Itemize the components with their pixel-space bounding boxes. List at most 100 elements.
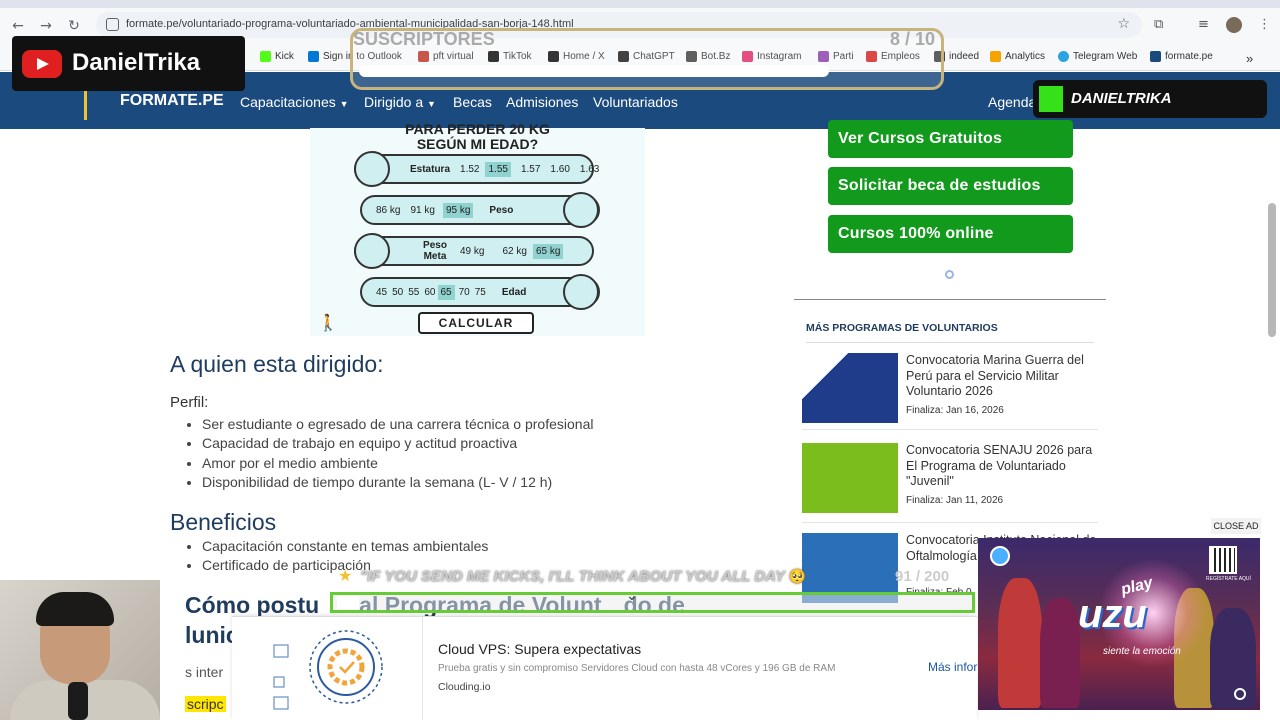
calcular-button: CALCULAR bbox=[418, 312, 534, 334]
height-figure-icon bbox=[354, 151, 390, 187]
nav-dirigido[interactable]: Dirigido a ▼ bbox=[364, 94, 436, 110]
chevron-down-icon[interactable]: ⌄ bbox=[626, 588, 638, 604]
bookmark-telegram[interactable]: Telegram Web bbox=[1058, 51, 1137, 62]
ver-cursos-button[interactable]: Ver Cursos Gratuitos bbox=[828, 120, 1073, 158]
site-info-icon[interactable] bbox=[106, 18, 119, 31]
tab-strip bbox=[0, 0, 1280, 8]
weight-calculator-graphic: PARA PERDER 20 KG SEGÚN MI EDAD? Estatur… bbox=[310, 121, 645, 336]
media-icon[interactable]: ≡ bbox=[1198, 17, 1209, 32]
program-thumbnail[interactable] bbox=[802, 353, 898, 423]
telegram-icon bbox=[1058, 51, 1069, 62]
qr-label: REGÍSTRATE AQUÍ bbox=[1206, 576, 1251, 582]
inscripcion-highlight: scripc bbox=[185, 696, 226, 712]
analytics-icon bbox=[990, 51, 1001, 62]
formate-icon bbox=[1150, 51, 1161, 62]
program-item-marina[interactable]: Convocatoria Marina Guerra del Perú para… bbox=[802, 343, 1098, 430]
peso-meta-row: Peso Meta 49 kg 62 kg 65 kg bbox=[354, 236, 594, 266]
list-item: Disponibilidad de tiempo durante la sema… bbox=[202, 473, 593, 492]
perfil-label: Perfil: bbox=[170, 394, 209, 411]
ad-brand: Clouding.io bbox=[438, 681, 491, 693]
brand-logo-icon bbox=[990, 546, 1010, 566]
extensions-icon[interactable]: ⧉ bbox=[1154, 17, 1163, 32]
microphone-icon bbox=[68, 682, 88, 720]
nav-capacitaciones[interactable]: Capacitaciones ▼ bbox=[240, 94, 349, 110]
program-title[interactable]: Convocatoria Marina Guerra del Perú para… bbox=[906, 353, 1098, 400]
program-item-senaju[interactable]: Convocatoria SENAJU 2026 para El Program… bbox=[802, 433, 1098, 523]
screen: ← → ↻ formate.pe/voluntariado-programa-v… bbox=[0, 0, 1280, 720]
dirigido-heading: A quien esta dirigido: bbox=[170, 351, 384, 377]
kick-channel-badge: DANIELTRIKA bbox=[1033, 80, 1267, 118]
bookmark-formate[interactable]: formate.pe bbox=[1150, 51, 1213, 62]
cloud-gear-illustration-icon bbox=[273, 630, 383, 710]
reload-icon[interactable]: ↻ bbox=[66, 18, 82, 34]
youtube-channel-badge: DanielTrika bbox=[12, 36, 245, 91]
cursos-online-button[interactable]: Cursos 100% online bbox=[828, 215, 1073, 253]
list-item: Capacidad de trabajo en equipo y actitud… bbox=[202, 434, 593, 453]
loading-spinner-icon bbox=[945, 270, 954, 279]
solicitar-beca-button[interactable]: Solicitar beca de estudios bbox=[828, 167, 1073, 205]
qr-code-icon[interactable] bbox=[1209, 546, 1237, 574]
chevron-down-icon: ▼ bbox=[339, 99, 349, 109]
person-icon bbox=[563, 274, 599, 310]
como-postular-heading-line2: lunic bbox=[185, 622, 239, 648]
list-item: Ser estudiante o egresado de una carrera… bbox=[202, 415, 593, 434]
youtube-channel-name: DanielTrika bbox=[72, 49, 201, 76]
outlook-icon bbox=[308, 51, 319, 62]
calculator-heading: PARA PERDER 20 KG SEGÚN MI EDAD? bbox=[405, 121, 550, 152]
nav-voluntariados[interactable]: Voluntariados bbox=[593, 94, 678, 110]
waist-icon bbox=[354, 233, 390, 269]
info-icon[interactable] bbox=[1234, 688, 1246, 700]
estatura-row: Estatura 1.52 1.55 1.57 1.60 1.63 bbox=[354, 154, 599, 184]
ad-tagline: siente la emoción bbox=[1103, 646, 1181, 657]
bookmark-kick[interactable]: Kick bbox=[260, 51, 294, 62]
subscriber-goal-bar: SUSCRIPTORES 8 / 10 bbox=[350, 28, 944, 90]
ad-title[interactable]: Cloud VPS: Supera expectativas bbox=[438, 641, 641, 657]
kick-goal-bar bbox=[330, 592, 975, 613]
body-text-fragment: s inter bbox=[185, 664, 224, 680]
subscriber-goal-track bbox=[359, 65, 829, 77]
program-title[interactable]: Convocatoria SENAJU 2026 para El Program… bbox=[906, 443, 1098, 490]
kick-icon bbox=[260, 51, 271, 62]
program-deadline: Finaliza: Jan 16, 2026 bbox=[906, 405, 1004, 416]
forward-icon[interactable]: → bbox=[38, 18, 54, 34]
bookmark-star-icon[interactable]: ☆ bbox=[1117, 16, 1130, 32]
cloud-vps-ad[interactable]: Cloud VPS: Supera expectativas Prueba gr… bbox=[232, 616, 977, 720]
chevron-down-icon: ▼ bbox=[427, 99, 436, 109]
nav-admisiones[interactable]: Admisiones bbox=[506, 94, 578, 110]
kick-logo-icon bbox=[1039, 86, 1063, 112]
site-logo[interactable]: FORMATE.PE bbox=[120, 92, 224, 110]
divider bbox=[802, 429, 1098, 430]
ad-more-info-link[interactable]: Más infor bbox=[928, 660, 977, 674]
ad-brand-uzu: uzu bbox=[1078, 592, 1147, 636]
nav-agenda[interactable]: Agenda bbox=[988, 94, 1036, 110]
page-scrollbar[interactable] bbox=[1268, 203, 1276, 337]
kick-goal-count: 91 / 200 bbox=[895, 568, 950, 585]
star-icon: ★ bbox=[338, 566, 353, 585]
walking-figure-icon: 🚶 bbox=[318, 313, 338, 332]
close-ad-button[interactable]: CLOSE AD bbox=[1211, 518, 1261, 534]
program-thumbnail[interactable] bbox=[802, 443, 898, 513]
program-deadline: Finaliza: Jan 11, 2026 bbox=[906, 495, 1004, 506]
body-icon bbox=[563, 192, 599, 228]
beneficios-heading: Beneficios bbox=[170, 509, 277, 535]
streamer-webcam bbox=[0, 580, 160, 720]
goal-progress-fill bbox=[337, 596, 359, 609]
youtube-icon bbox=[22, 50, 62, 78]
playuzu-video-ad[interactable]: play uzu siente la emoción REGÍSTRATE AQ… bbox=[978, 538, 1260, 710]
more-bookmarks-icon[interactable]: » bbox=[1246, 51, 1253, 66]
pleading-emoji-icon: 🥺 bbox=[788, 569, 807, 585]
subscriber-goal-label: SUSCRIPTORES bbox=[353, 29, 495, 49]
kick-alert-message: "IF YOU SEND ME KICKS, I'LL THINK ABOUT … bbox=[360, 568, 807, 585]
back-icon[interactable]: ← bbox=[10, 18, 26, 34]
divider bbox=[422, 617, 423, 720]
ad-description: Prueba gratis y sin compromiso Servidore… bbox=[438, 663, 836, 674]
perfil-list: Ser estudiante o egresado de una carrera… bbox=[202, 415, 593, 492]
subscriber-goal-count: 8 / 10 bbox=[889, 29, 935, 49]
profile-avatar[interactable] bbox=[1226, 17, 1242, 33]
menu-icon[interactable]: ⋮ bbox=[1258, 17, 1271, 32]
list-item: Capacitación constante en temas ambienta… bbox=[202, 537, 488, 556]
more-programs-title: MÁS PROGRAMAS DE VOLUNTARIOS bbox=[806, 322, 998, 334]
nav-becas[interactable]: Becas bbox=[453, 94, 492, 110]
list-item: Amor por el medio ambiente bbox=[202, 454, 593, 473]
bookmark-analytics[interactable]: Analytics bbox=[990, 51, 1045, 62]
